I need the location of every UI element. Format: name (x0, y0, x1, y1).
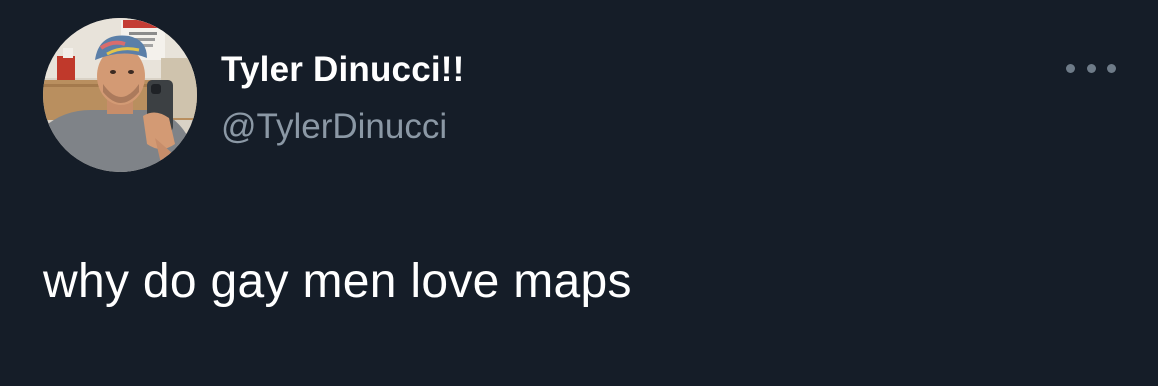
tweet-text: why do gay men love maps (43, 255, 632, 308)
avatar[interactable] (43, 18, 197, 172)
display-name[interactable]: Tyler Dinucci!! (221, 50, 465, 90)
author-info: Tyler Dinucci!! @TylerDinucci (221, 50, 465, 147)
user-handle[interactable]: @TylerDinucci (221, 107, 465, 147)
more-dot (1066, 63, 1075, 73)
tweet-card: Tyler Dinucci!! @TylerDinucci why do gay… (0, 0, 1158, 386)
more-dot (1107, 63, 1116, 73)
more-dot (1086, 63, 1096, 73)
more-horizontal-icon[interactable] (1066, 58, 1116, 78)
avatar-photo (43, 18, 197, 172)
